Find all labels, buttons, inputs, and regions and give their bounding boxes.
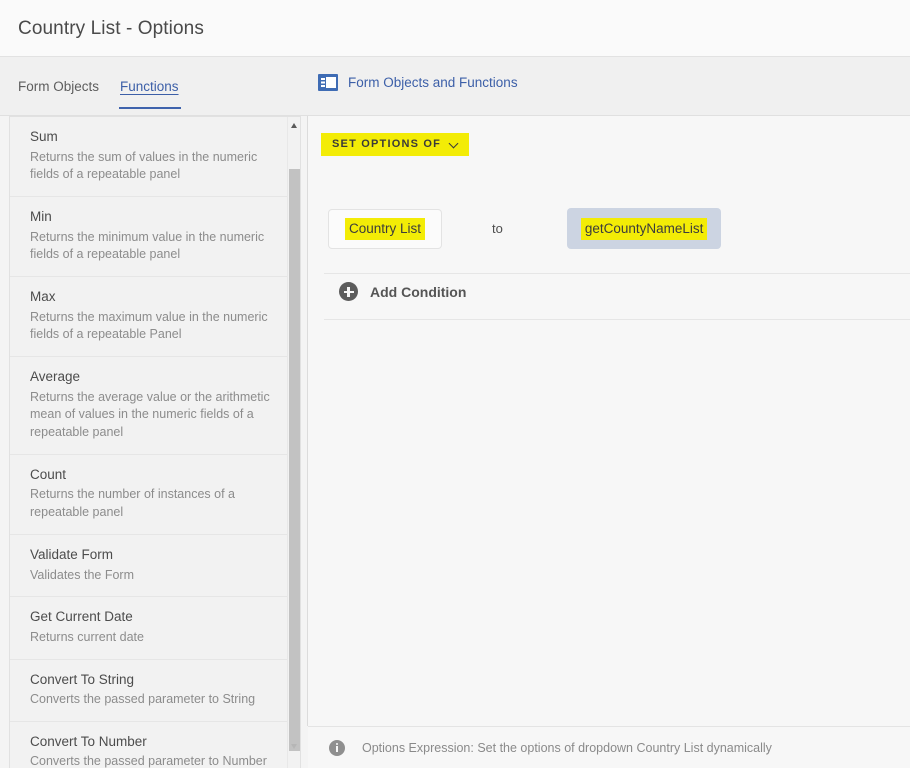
form-objects-and-functions-label: Form Objects and Functions: [348, 75, 518, 90]
functions-list-panel: Sum Returns the sum of values in the nume…: [9, 116, 301, 768]
source-function-chip[interactable]: getCountyNameList: [566, 208, 722, 249]
function-title: Sum: [30, 129, 58, 144]
function-description: Converts the passed parameter to String: [30, 692, 256, 707]
function-list-item[interactable]: Average Returns the average value or the …: [10, 357, 289, 455]
function-description: Returns the maximum value in the numeric…: [30, 309, 268, 342]
status-bar-text: Options Expression: Set the options of d…: [362, 740, 772, 755]
form-objects-and-functions-link[interactable]: Form Objects and Functions: [318, 74, 518, 91]
title-bar: Country List - Options: [0, 0, 910, 57]
scroll-down-arrow-icon[interactable]: [288, 740, 300, 754]
info-icon: [329, 739, 345, 756]
function-title: Validate Form: [30, 546, 114, 562]
source-function-label: getCountyNameList: [580, 217, 708, 240]
functions-list-scrollbar[interactable]: [287, 117, 300, 768]
form-objects-icon: [318, 74, 338, 91]
function-title: Get Current Date: [30, 609, 133, 625]
functions-list: Sum Returns the sum of values in the nume…: [10, 117, 289, 768]
target-object-label: Country List: [345, 217, 426, 240]
add-condition-label: Add Condition: [370, 283, 467, 300]
function-description: Returns the number of instances of a rep…: [30, 487, 235, 520]
expression-divider-top: [324, 273, 910, 274]
function-description: Returns current date: [30, 629, 144, 644]
scrollbar-thumb[interactable]: [289, 169, 300, 751]
function-description: Converts the passed parameter to Number: [30, 754, 267, 768]
function-title: Min: [30, 209, 52, 225]
function-title: Convert To String: [30, 671, 135, 687]
options-expression-dialog: Country List - Options Form Objects Func…: [0, 0, 910, 768]
expression-row: Country List to getCountyNameList: [324, 176, 899, 281]
tab-functions[interactable]: Functions: [119, 79, 181, 109]
function-description: Returns the sum of values in the numeric…: [30, 149, 258, 182]
function-list-item[interactable]: Convert To Number Converts the passed par…: [10, 722, 289, 768]
expression-connector: to: [492, 221, 503, 236]
target-object-chip[interactable]: Country List: [328, 208, 443, 249]
tab-form-objects[interactable]: Form Objects: [18, 79, 99, 108]
function-description: Validates the Form: [30, 567, 134, 582]
chevron-down-icon[interactable]: [450, 140, 459, 149]
status-bar: Options Expression: Set the options of d…: [308, 726, 910, 768]
expression-editor-panel: SET OPTIONS OF Country List to getCounty…: [308, 116, 910, 726]
page-title: Country List - Options: [18, 18, 204, 39]
set-options-of-dropdown[interactable]: SET OPTIONS OF: [321, 133, 470, 156]
expression-divider-bottom: [324, 319, 910, 320]
function-title: Max: [30, 289, 56, 305]
function-list-item[interactable]: Min Returns the minimum value in the nume…: [10, 197, 289, 278]
scroll-up-arrow-icon[interactable]: [288, 119, 300, 133]
function-description: Returns the average value or the arithme…: [30, 389, 270, 440]
function-list-item[interactable]: Sum Returns the sum of values in the nume…: [10, 117, 289, 198]
add-condition-button[interactable]: Add Condition: [339, 282, 466, 301]
function-title: Convert To Number: [30, 733, 147, 749]
set-options-of-label: SET OPTIONS OF: [332, 138, 442, 150]
function-description: Returns the minimum value in the numeric…: [30, 229, 265, 262]
function-title: Average: [30, 369, 81, 385]
function-title: Count: [30, 466, 67, 482]
function-list-item[interactable]: Validate Form Validates the Form: [10, 535, 289, 598]
plus-circle-icon: [339, 282, 358, 301]
function-list-item[interactable]: Get Current Date Returns current date: [10, 597, 289, 660]
function-list-item[interactable]: Count Returns the number of instances of …: [10, 455, 289, 535]
function-list-item[interactable]: Max Returns the maximum value in the nume…: [10, 277, 289, 358]
function-list-item[interactable]: Convert To String Converts the passed par…: [10, 660, 289, 722]
